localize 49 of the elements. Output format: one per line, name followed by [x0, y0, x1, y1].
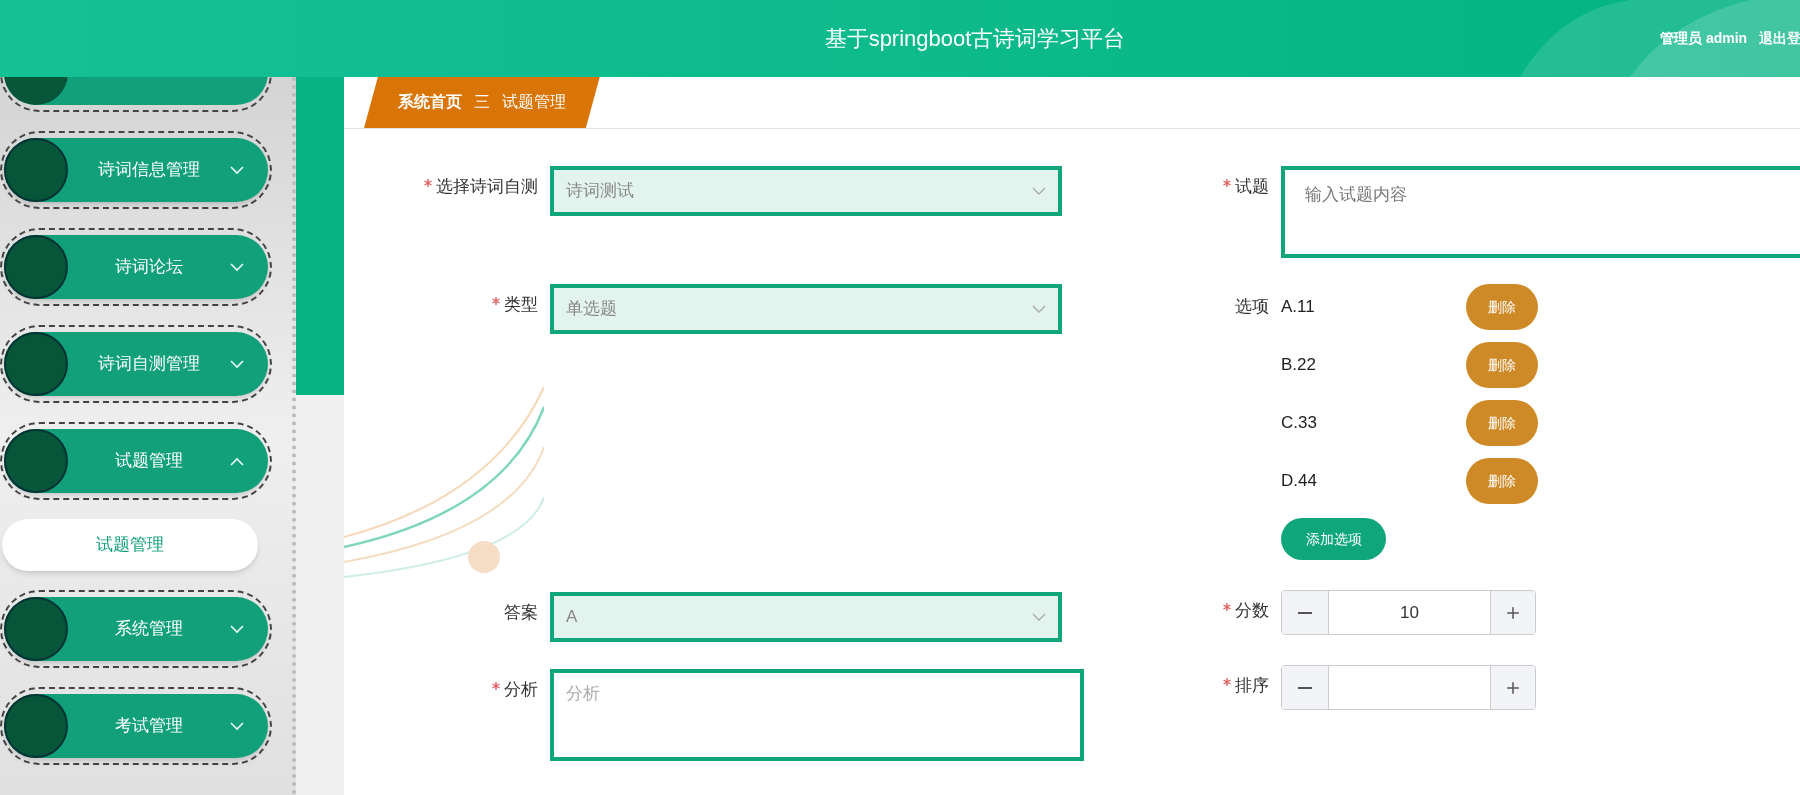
- field-label: 试题: [1235, 176, 1269, 198]
- field-label: 分析: [504, 679, 538, 701]
- chevron-down-icon: [230, 721, 244, 731]
- field-label: 排序: [1235, 675, 1269, 697]
- analysis-field[interactable]: 分析: [550, 669, 1084, 761]
- menu-item[interactable]: 试题管理: [4, 429, 268, 493]
- option-text: C.33: [1281, 412, 1318, 435]
- minus-button[interactable]: [1282, 666, 1329, 709]
- field-label: 选项: [1235, 296, 1269, 318]
- separator-text: 三: [474, 92, 490, 112]
- field-label: 类型: [504, 294, 538, 316]
- add-option-button[interactable]: 添加选项: [1281, 518, 1386, 560]
- chevron-down-icon: [1032, 304, 1046, 314]
- menu-item[interactable]: 诗词论坛: [4, 235, 268, 299]
- user-label: 管理员 admin: [1660, 29, 1748, 48]
- app-title: 基于springboot古诗词学习平台: [824, 25, 1126, 53]
- breadcrumb-link[interactable]: 系统首页: [398, 90, 462, 114]
- menu-item[interactable]: 诗词自测管理: [4, 332, 268, 396]
- delete-button[interactable]: 删除: [1466, 284, 1538, 330]
- menu-item[interactable]: 考试管理: [4, 694, 268, 758]
- select-field[interactable]: 单选题: [550, 284, 1062, 334]
- plus-button[interactable]: [1490, 666, 1535, 709]
- option-text: D.44: [1281, 470, 1318, 493]
- select-field[interactable]: A: [550, 592, 1062, 642]
- chevron-down-icon: [230, 262, 244, 272]
- option-text: B.22: [1281, 354, 1317, 377]
- question-field[interactable]: 输入试题内容: [1281, 166, 1800, 258]
- delete-button[interactable]: 删除: [1466, 458, 1538, 504]
- plus-button[interactable]: [1490, 591, 1535, 634]
- delete-button[interactable]: 删除: [1466, 400, 1538, 446]
- select-field[interactable]: 诗词测试: [550, 166, 1062, 216]
- minus-icon: [1298, 686, 1312, 689]
- chevron-down-icon: [230, 624, 244, 634]
- menu-item[interactable]: 诗词信息管理: [4, 138, 268, 202]
- chevron-down-icon: [1032, 186, 1046, 196]
- minus-button[interactable]: [1282, 591, 1329, 634]
- menu-item[interactable]: 系统管理: [4, 597, 268, 661]
- option-text: A.11: [1281, 296, 1316, 319]
- chevron-down-icon: [230, 359, 244, 369]
- submenu-item[interactable]: 试题管理: [2, 519, 258, 571]
- chevron-down-icon: [230, 165, 244, 175]
- minus-icon: [1298, 611, 1312, 614]
- breadcrumb-current: 试题管理: [502, 92, 566, 112]
- chevron-up-icon: [230, 456, 244, 466]
- delete-button[interactable]: 删除: [1466, 342, 1538, 388]
- field-label: 分数: [1235, 600, 1269, 622]
- field-label: 答案: [504, 602, 538, 624]
- chevron-down-icon: [1032, 612, 1046, 622]
- field-label: 选择诗词自测: [436, 176, 538, 198]
